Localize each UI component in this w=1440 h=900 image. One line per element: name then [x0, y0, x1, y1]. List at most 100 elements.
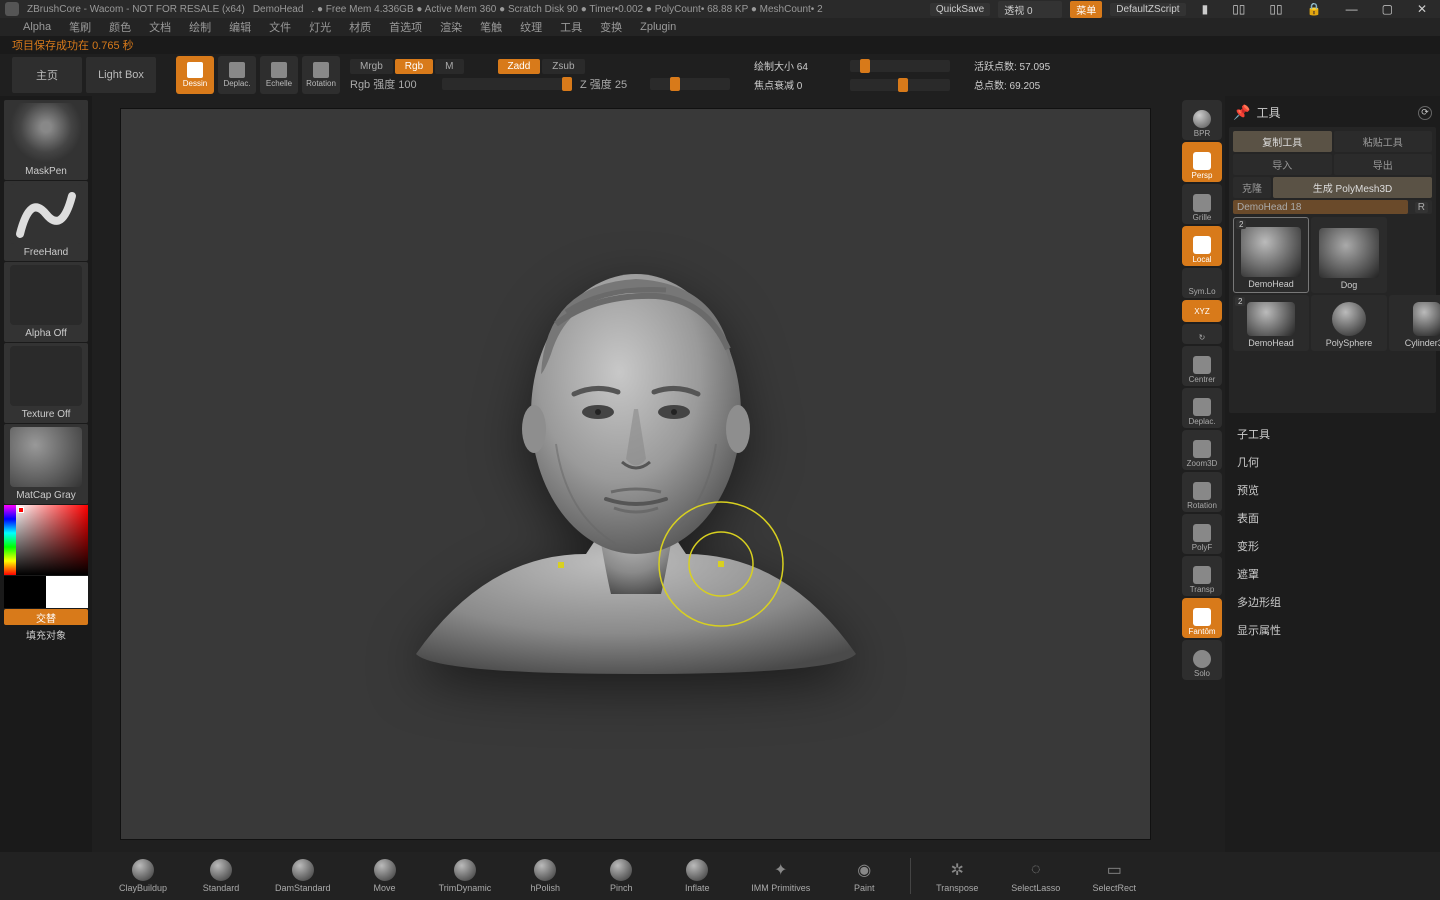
menu-item[interactable]: 绘制 — [181, 17, 219, 37]
selectlasso-button[interactable]: ◌SelectLasso — [1003, 856, 1068, 896]
floor-button[interactable]: Grille — [1182, 184, 1222, 224]
tool-slider-r[interactable]: R — [1415, 202, 1428, 213]
clone-button[interactable]: 克隆 — [1233, 177, 1271, 198]
menu-item[interactable]: 渲染 — [432, 17, 470, 37]
viewport-canvas[interactable] — [120, 108, 1151, 840]
quicksave-button[interactable]: QuickSave — [930, 3, 990, 16]
menu-item[interactable]: 工具 — [552, 17, 590, 37]
import-button[interactable]: 导入 — [1233, 154, 1332, 175]
paste-tool-button[interactable]: 粘贴工具 — [1334, 131, 1433, 152]
pin-icon[interactable]: 📌 — [1233, 104, 1250, 121]
frame-button[interactable]: Centrer — [1182, 346, 1222, 386]
menu-item[interactable]: 首选项 — [381, 17, 430, 37]
zoom-button[interactable]: Zoom3D — [1182, 430, 1222, 470]
material-selector[interactable]: MatCap Gray — [4, 424, 88, 504]
fill-object-button[interactable]: 填充对象 — [4, 626, 88, 642]
rotate-mode-button[interactable]: Rotation — [302, 56, 340, 94]
brush-standard[interactable]: Standard — [191, 856, 251, 896]
secondary-color[interactable] — [4, 576, 46, 608]
zadd-button[interactable]: Zadd — [498, 59, 541, 74]
accordion-item[interactable]: 显示属性 — [1229, 617, 1436, 643]
draw-size-slider[interactable] — [850, 60, 950, 72]
menu-item[interactable]: 灯光 — [301, 17, 339, 37]
lightbox-button[interactable]: Light Box — [86, 57, 156, 93]
tool-tile-polysphere[interactable]: PolySphere — [1311, 295, 1387, 351]
switch-color-button[interactable]: 交替 — [4, 609, 88, 625]
copy-tool-button[interactable]: 复制工具 — [1233, 131, 1332, 152]
menu-button[interactable]: 菜单 — [1070, 1, 1102, 18]
brush-pinch[interactable]: Pinch — [591, 856, 651, 896]
menu-item[interactable]: 文档 — [141, 17, 179, 37]
mrgb-button[interactable]: Mrgb — [350, 59, 393, 74]
focal-shift-slider[interactable] — [850, 79, 950, 91]
menu-item[interactable]: 纹理 — [512, 17, 550, 37]
rotate-view-button[interactable]: Rotation — [1182, 472, 1222, 512]
close-button[interactable]: ✕ — [1409, 2, 1435, 16]
brush-trimdynamic[interactable]: TrimDynamic — [431, 856, 500, 896]
layout-icon[interactable]: ▮ — [1194, 2, 1217, 16]
tool-count-slider[interactable]: DemoHead 18 R — [1233, 200, 1432, 214]
solo-button[interactable]: Solo — [1182, 640, 1222, 680]
local-button[interactable]: Local — [1182, 226, 1222, 266]
zsub-button[interactable]: Zsub — [542, 59, 584, 74]
accordion-item[interactable]: 子工具 — [1229, 421, 1436, 447]
lock-symmetry-button[interactable]: Sym.Lo — [1182, 268, 1222, 298]
brush-damstandard[interactable]: DamStandard — [267, 856, 339, 896]
brush-claybuildup[interactable]: ClayBuildup — [111, 856, 175, 896]
transpose-button[interactable]: ✲Transpose — [927, 856, 987, 896]
perspective-button[interactable]: Persp — [1182, 142, 1222, 182]
export-button[interactable]: 导出 — [1334, 154, 1433, 175]
menu-item[interactable]: Zplugin — [632, 19, 684, 35]
menu-item[interactable]: 颜色 — [101, 17, 139, 37]
draw-mode-button[interactable]: Dessin — [176, 56, 214, 94]
z-intensity-slider[interactable] — [650, 78, 730, 90]
menu-item[interactable]: 变换 — [592, 17, 630, 37]
ghost-button[interactable]: Fantôm — [1182, 598, 1222, 638]
lock-icon[interactable]: 🔒 — [1299, 2, 1330, 16]
perspective-slider[interactable]: 透视 0 — [998, 1, 1062, 18]
alpha-selector[interactable]: Alpha Off — [4, 262, 88, 342]
selectrect-button[interactable]: ▭SelectRect — [1084, 856, 1144, 896]
tool-tile-demohead[interactable]: 2 DemoHead — [1233, 217, 1309, 293]
menu-item[interactable]: 笔刷 — [61, 17, 99, 37]
accordion-item[interactable]: 几何 — [1229, 449, 1436, 475]
scale-mode-button[interactable]: Echelle — [260, 56, 298, 94]
transparency-button[interactable]: Transp — [1182, 556, 1222, 596]
accordion-item[interactable]: 预览 — [1229, 477, 1436, 503]
accordion-item[interactable]: 变形 — [1229, 533, 1436, 559]
default-zscript-button[interactable]: DefaultZScript — [1110, 3, 1185, 16]
move-mode-button[interactable]: Deplac. — [218, 56, 256, 94]
move-view-button[interactable]: Deplac. — [1182, 388, 1222, 428]
menu-item[interactable]: 文件 — [261, 17, 299, 37]
reset-button[interactable]: ⟳ — [1418, 106, 1432, 120]
minimize-button[interactable]: — — [1338, 2, 1366, 16]
polyframe-button[interactable]: PolyF — [1182, 514, 1222, 554]
primary-color[interactable] — [46, 576, 88, 608]
menu-item[interactable]: 编辑 — [221, 17, 259, 37]
accordion-item[interactable]: 多边形组 — [1229, 589, 1436, 615]
tool-tile-cylinder[interactable]: Cylinder3D — [1389, 295, 1440, 351]
rgb-intensity-slider[interactable] — [442, 78, 572, 90]
maximize-button[interactable]: ▢ — [1374, 2, 1401, 16]
accordion-item[interactable]: 遮罩 — [1229, 561, 1436, 587]
rgb-button[interactable]: Rgb — [395, 59, 433, 74]
brush-imm-primitives[interactable]: ✦IMM Primitives — [743, 856, 818, 896]
home-button[interactable]: 主页 — [12, 57, 82, 93]
brush-hpolish[interactable]: hPolish — [515, 856, 575, 896]
make-polymesh-button[interactable]: 生成 PolyMesh3D — [1273, 177, 1432, 198]
layout-icon-2[interactable]: ▯▯ — [1224, 2, 1253, 16]
menu-item[interactable]: Alpha — [15, 19, 59, 35]
tool-tile-demohead-2[interactable]: 2 DemoHead — [1233, 295, 1309, 351]
accordion-item[interactable]: 表面 — [1229, 505, 1436, 531]
menu-item[interactable]: 笔触 — [472, 17, 510, 37]
brush-move[interactable]: Move — [355, 856, 415, 896]
brush-selector[interactable]: MaskPen — [4, 100, 88, 180]
color-picker[interactable] — [4, 505, 88, 575]
xyz-button[interactable]: XYZ — [1182, 300, 1222, 322]
m-button[interactable]: M — [435, 59, 463, 74]
layout-icon-3[interactable]: ▯▯ — [1261, 2, 1290, 16]
texture-selector[interactable]: Texture Off — [4, 343, 88, 423]
brush-inflate[interactable]: Inflate — [667, 856, 727, 896]
stroke-selector[interactable]: FreeHand — [4, 181, 88, 261]
menu-item[interactable]: 材质 — [341, 17, 379, 37]
